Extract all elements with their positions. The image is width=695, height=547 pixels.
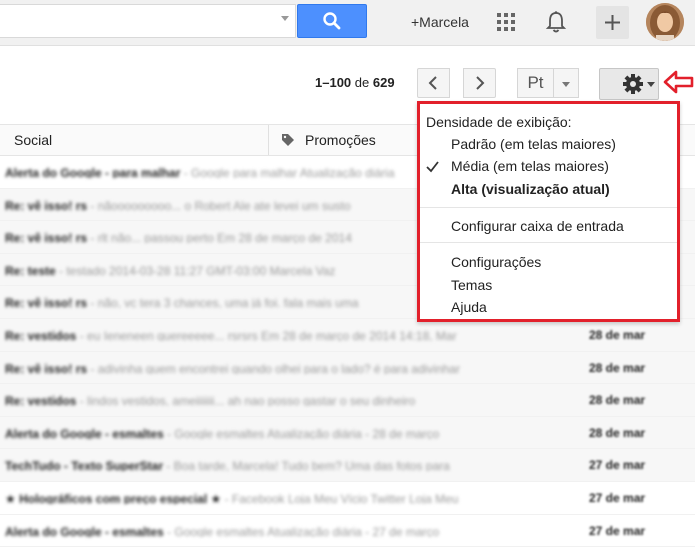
newer-page-button[interactable]	[417, 68, 450, 98]
message-date: 27 de mar	[589, 523, 646, 538]
input-language-button[interactable]: Pt	[517, 68, 554, 98]
settings-menu: Densidade de exibição: Padrão (em telas …	[417, 101, 680, 322]
total-count: 629	[372, 75, 395, 90]
message-snippet: - Boa tarde, Marcela! Tudo bem? Uma das …	[163, 459, 450, 472]
message-snippet: - eu Ieneneen quereeeee... rsrsrs Em 28 …	[76, 328, 457, 341]
tab-social-label: Social	[14, 132, 53, 148]
message-sender: Alerta do Google - para malhar	[5, 166, 181, 178]
chevron-down-icon	[562, 82, 570, 87]
settings-button[interactable]	[599, 68, 659, 100]
message-date: 28 de mar	[589, 360, 646, 375]
message-snippet: - Facebook Loja Meu Vício Twitter Loja M…	[221, 491, 459, 504]
user-photo-icon	[646, 3, 684, 41]
table-row[interactable]: Alerta do Google - esmaltes - Google esm…	[0, 514, 695, 547]
message-date: 28 de mar	[589, 393, 646, 408]
chevron-right-icon	[476, 76, 485, 90]
chevron-left-icon	[428, 76, 437, 90]
tab-promotions[interactable]: Promoções	[268, 125, 376, 155]
table-row[interactable]: Re: vestidos - lindos vestidos, ameiiiii…	[0, 384, 695, 417]
table-row[interactable]: Re: vê isso! rs - adivinha quem encontre…	[0, 351, 695, 385]
pagination-label: 1–100 de 629	[315, 75, 395, 90]
message-sender: Re: vestidos	[5, 394, 77, 407]
message-sender: TechTudo - Texto SuperStar	[5, 459, 164, 472]
message-summary: Alerta do Google - esmaltes - Google esm…	[5, 427, 550, 439]
message-summary: TechTudo - Texto SuperStar - Boa tarde, …	[5, 459, 550, 471]
message-snippet: - lindos vestidos, ameiiiiiii... ah nao …	[76, 394, 416, 407]
message-sender: ★ Holográficos com preço especial ★	[5, 491, 222, 504]
density-option-high[interactable]: Alta (visualização atual)	[451, 181, 610, 197]
density-heading: Densidade de exibição:	[426, 114, 572, 130]
tab-social[interactable]: Social	[0, 125, 52, 155]
message-snippet: - rlt não... passou perto Em 28 de março…	[87, 231, 352, 244]
message-summary: Re: vê isso! rs - adivinha quem encontre…	[5, 362, 550, 374]
search-button[interactable]	[297, 4, 367, 38]
table-row[interactable]: TechTudo - Texto SuperStar - Boa tarde, …	[0, 449, 695, 482]
notifications-bell-icon[interactable]	[545, 10, 567, 34]
message-sender: Re: vê isso! rs	[5, 231, 88, 244]
older-page-button[interactable]	[463, 68, 496, 98]
table-row[interactable]: Re: vestidos - eu Ieneneen quereeeee... …	[0, 318, 695, 352]
settings-item[interactable]: Configurações	[451, 254, 541, 270]
density-option-default[interactable]: Padrão (em telas maiores)	[451, 136, 616, 152]
user-profile-link[interactable]: +Marcela	[411, 14, 469, 30]
message-snippet: - testado 2014-03-28 11:27 GMT-03:00 Mar…	[55, 263, 336, 276]
message-snippet: - Google para malhar Atualização diária	[180, 166, 395, 178]
message-snippet: - nãooooooooo... o Robert Ale ate levei …	[87, 198, 351, 211]
message-sender: Re: vê isso! rs	[5, 296, 88, 309]
avatar[interactable]	[646, 3, 684, 41]
page-range: 1–100	[315, 75, 352, 90]
menu-divider	[420, 242, 677, 243]
tab-promotions-label: Promoções	[305, 132, 376, 148]
apps-grid-icon[interactable]	[496, 12, 516, 32]
message-summary: Alerta do Google - esmaltes - Google esm…	[5, 525, 550, 537]
message-date: 27 de mar	[589, 490, 646, 505]
message-snippet: - adivinha quem encontrei quando olhei p…	[87, 361, 460, 374]
configure-inbox-item[interactable]: Configurar caixa de entrada	[451, 218, 624, 234]
message-date: 27 de mar	[589, 458, 646, 473]
search-icon	[323, 12, 341, 30]
input-language-dropdown[interactable]	[554, 68, 579, 98]
search-options-caret[interactable]	[281, 16, 289, 21]
message-sender: Alerta do Google - esmaltes	[5, 524, 164, 537]
message-sender: Re: vê isso! rs	[5, 198, 88, 211]
table-row[interactable]: Alerta do Google - esmaltes - Google esm…	[0, 416, 695, 450]
message-date: 28 de mar	[589, 327, 646, 342]
message-snippet: - não, vc tera 3 chances, uma já foi. fa…	[87, 296, 359, 309]
message-snippet: - Google esmaltes Atualização diária - 2…	[163, 426, 440, 439]
settings-caret-icon	[647, 82, 655, 87]
menu-divider	[420, 207, 677, 208]
message-sender: Re: vestidos	[5, 328, 77, 341]
density-option-medium[interactable]: Média (em telas maiores)	[451, 158, 609, 174]
message-snippet: - Google esmaltes Atualização diária - 2…	[163, 524, 440, 537]
message-sender: Re: teste	[5, 263, 56, 276]
help-item[interactable]: Ajuda	[451, 299, 487, 315]
message-sender: Alerta do Google - esmaltes	[5, 426, 164, 439]
themes-item[interactable]: Temas	[451, 277, 492, 293]
red-arrow-annotation-icon	[663, 70, 694, 94]
search-input[interactable]	[0, 4, 296, 38]
checkmark-icon	[426, 161, 439, 173]
tag-icon	[282, 134, 294, 146]
top-bar: +Marcela	[0, 0, 695, 46]
message-summary: Re: vestidos - eu Ieneneen quereeeee... …	[5, 329, 550, 341]
message-summary: ★ Holográficos com preço especial ★ - Fa…	[5, 492, 550, 504]
message-date: 28 de mar	[589, 425, 646, 440]
table-row[interactable]: ★ Holográficos com preço especial ★ - Fa…	[0, 481, 695, 515]
share-plus-button[interactable]	[596, 6, 629, 39]
page-of-label: de	[354, 75, 370, 90]
message-sender: Re: vê isso! rs	[5, 361, 88, 374]
gear-icon	[623, 74, 643, 94]
plus-icon	[605, 15, 620, 30]
message-summary: Re: vestidos - lindos vestidos, ameiiiii…	[5, 394, 550, 406]
